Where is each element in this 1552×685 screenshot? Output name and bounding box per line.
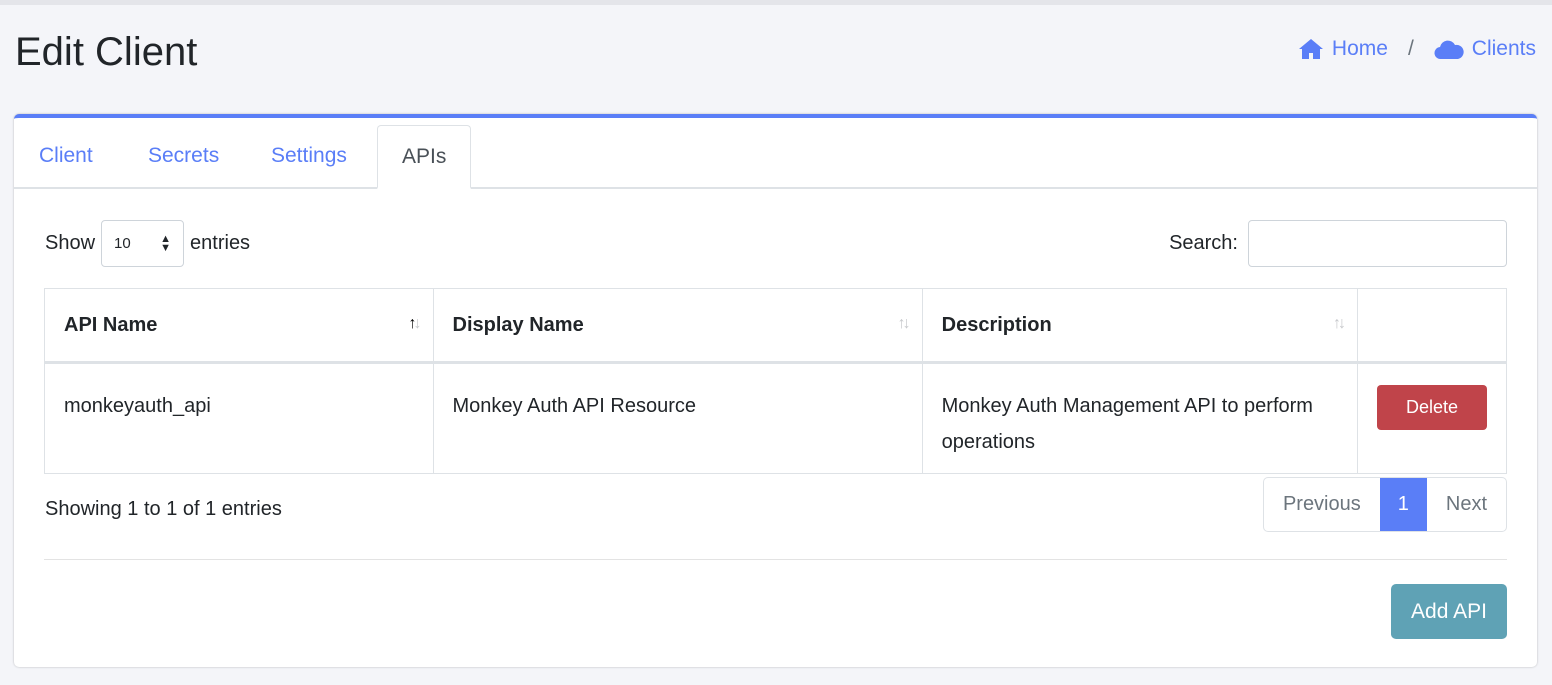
previous-button[interactable]: Previous — [1264, 478, 1380, 531]
breadcrumb-clients[interactable]: Clients — [1472, 37, 1536, 61]
delete-button[interactable]: Delete — [1377, 385, 1487, 430]
tab-settings[interactable]: Settings — [247, 125, 371, 189]
table-row: monkeyauth_api Monkey Auth API Resource … — [44, 362, 1507, 474]
client-card: Client Secrets Settings APIs Show 10 ▲ ▼ e… — [14, 114, 1537, 667]
tab-client[interactable]: Client — [15, 125, 117, 189]
breadcrumb-home[interactable]: Home — [1332, 37, 1388, 61]
cloud-icon — [1434, 40, 1464, 59]
entries-label: entries — [190, 232, 251, 254]
breadcrumb: Home / Clients — [1298, 37, 1536, 61]
sort-asc-icon: ↑↓ — [408, 315, 422, 332]
page-size-control: Show 10 ▲ ▼ entries — [45, 220, 250, 267]
api-table: API Name ↑↓ Display Name ↑↓ Description ↑↓ … — [44, 288, 1507, 474]
tab-secrets[interactable]: Secrets — [124, 125, 243, 189]
divider — [44, 559, 1507, 560]
page-1-button[interactable]: 1 — [1379, 478, 1427, 531]
pagination: Previous 1 Next — [1262, 477, 1507, 532]
top-border — [0, 0, 1552, 5]
column-label: API Name — [64, 313, 158, 336]
page-title: Edit Client — [15, 30, 198, 74]
column-description[interactable]: Description ↑↓ — [921, 288, 1359, 364]
search-label: Search: — [1169, 232, 1238, 254]
sort-updown-icon: ▲ ▼ — [160, 232, 172, 254]
table-info: Showing 1 to 1 of 1 entries — [45, 498, 282, 520]
column-api-name[interactable]: API Name ↑↓ — [44, 288, 434, 364]
show-label: Show — [45, 232, 96, 254]
next-button[interactable]: Next — [1427, 478, 1506, 531]
add-api-button[interactable]: Add API — [1391, 584, 1507, 639]
tab-bar: Client Secrets Settings APIs — [14, 125, 1537, 189]
cell-description: Monkey Auth Management API to perform op… — [921, 362, 1359, 474]
breadcrumb-separator: / — [1407, 37, 1414, 60]
cell-display-name: Monkey Auth API Resource — [432, 362, 923, 474]
column-actions — [1357, 288, 1507, 364]
column-label: Description — [941, 313, 1052, 336]
cell-actions: Delete — [1357, 362, 1507, 474]
home-icon — [1298, 39, 1323, 59]
tab-apis[interactable]: APIs — [377, 125, 472, 189]
sort-icon: ↑↓ — [897, 315, 911, 332]
search-input[interactable] — [1248, 220, 1507, 267]
column-label: Display Name — [452, 313, 584, 336]
page-size-value: 10 — [114, 235, 131, 252]
search-control: Search: — [1169, 220, 1507, 267]
sort-icon: ↑↓ — [1333, 315, 1346, 332]
column-display-name[interactable]: Display Name ↑↓ — [432, 288, 923, 364]
page-size-select[interactable]: 10 ▲ ▼ — [101, 220, 185, 267]
cell-api-name: monkeyauth_api — [44, 362, 434, 474]
